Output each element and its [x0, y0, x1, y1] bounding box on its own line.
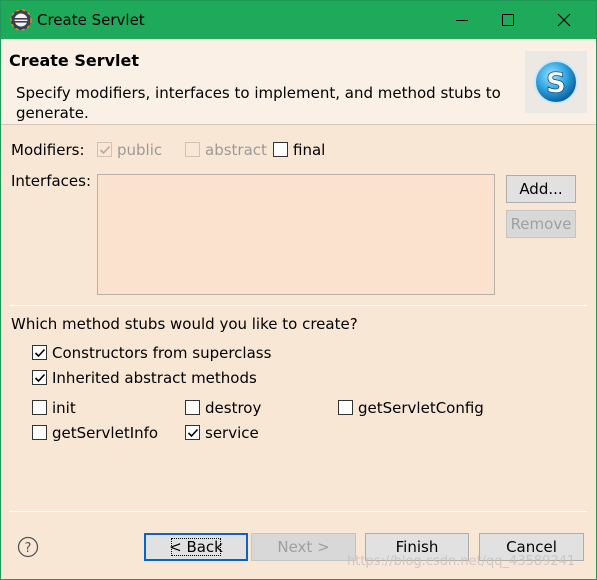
get-servlet-config-label: getServletConfig — [358, 399, 484, 417]
back-button[interactable]: < Back — [144, 533, 248, 561]
service-label: service — [205, 424, 259, 442]
add-interface-button[interactable]: Add... — [506, 175, 576, 203]
public-checkbox[interactable] — [97, 142, 112, 157]
servlet-s-logo: S — [525, 51, 587, 113]
watermark-text: https://blog.csdn.net/qq_43589241 — [347, 554, 576, 569]
public-checkbox-label: public — [117, 141, 163, 159]
checkmark-icon — [34, 373, 46, 383]
help-icon: ? — [17, 536, 39, 558]
interfaces-label: Interfaces: — [11, 172, 92, 190]
init-label: init — [52, 399, 76, 417]
focus-rectangle — [171, 538, 221, 556]
destroy-checkbox[interactable] — [185, 400, 200, 415]
interfaces-list[interactable] — [97, 174, 495, 295]
destroy-label: destroy — [205, 399, 262, 417]
minimize-icon — [456, 20, 468, 21]
wizard-description: Specify modifiers, interfaces to impleme… — [16, 84, 501, 122]
constructors-from-superclass-label: Constructors from superclass — [52, 344, 272, 362]
separator-line — [9, 305, 587, 306]
get-servlet-info-checkbox[interactable] — [32, 425, 47, 440]
close-icon — [557, 13, 571, 27]
minimize-button[interactable] — [439, 5, 485, 35]
inherited-abstract-methods-label: Inherited abstract methods — [52, 369, 257, 387]
method-stubs-question: Which method stubs would you like to cre… — [11, 315, 358, 333]
get-servlet-config-checkbox[interactable] — [338, 400, 353, 415]
init-checkbox[interactable] — [32, 400, 47, 415]
final-checkbox[interactable] — [273, 142, 288, 157]
inherited-abstract-methods-checkbox[interactable] — [32, 370, 47, 385]
service-checkbox[interactable] — [185, 425, 200, 440]
help-button[interactable]: ? — [17, 536, 39, 558]
get-servlet-info-label: getServletInfo — [52, 424, 159, 442]
eclipse-icon — [10, 9, 32, 31]
final-checkbox-label: final — [293, 141, 326, 159]
window-title: Create Servlet — [37, 11, 145, 29]
create-servlet-dialog: Create Servlet Create Servlet Specify mo… — [0, 0, 597, 580]
footer-separator — [9, 511, 587, 512]
maximize-button[interactable] — [485, 5, 531, 35]
wizard-heading: Create Servlet — [9, 51, 140, 70]
logo-letter: S — [546, 66, 566, 99]
constructors-from-superclass-checkbox[interactable] — [32, 345, 47, 360]
close-button[interactable] — [541, 5, 587, 35]
next-button[interactable]: Next > — [251, 533, 356, 561]
modifiers-label: Modifiers: — [11, 141, 85, 159]
remove-interface-button[interactable]: Remove — [506, 210, 576, 238]
abstract-checkbox[interactable] — [185, 142, 200, 157]
checkmark-icon — [99, 145, 111, 155]
checkmark-icon — [34, 348, 46, 358]
checkmark-icon — [187, 428, 199, 438]
wizard-banner: Create Servlet Specify modifiers, interf… — [1, 39, 596, 125]
title-bar[interactable]: Create Servlet — [1, 1, 596, 39]
help-glyph: ? — [25, 541, 32, 556]
maximize-icon — [502, 14, 514, 26]
abstract-checkbox-label: abstract — [205, 141, 267, 159]
